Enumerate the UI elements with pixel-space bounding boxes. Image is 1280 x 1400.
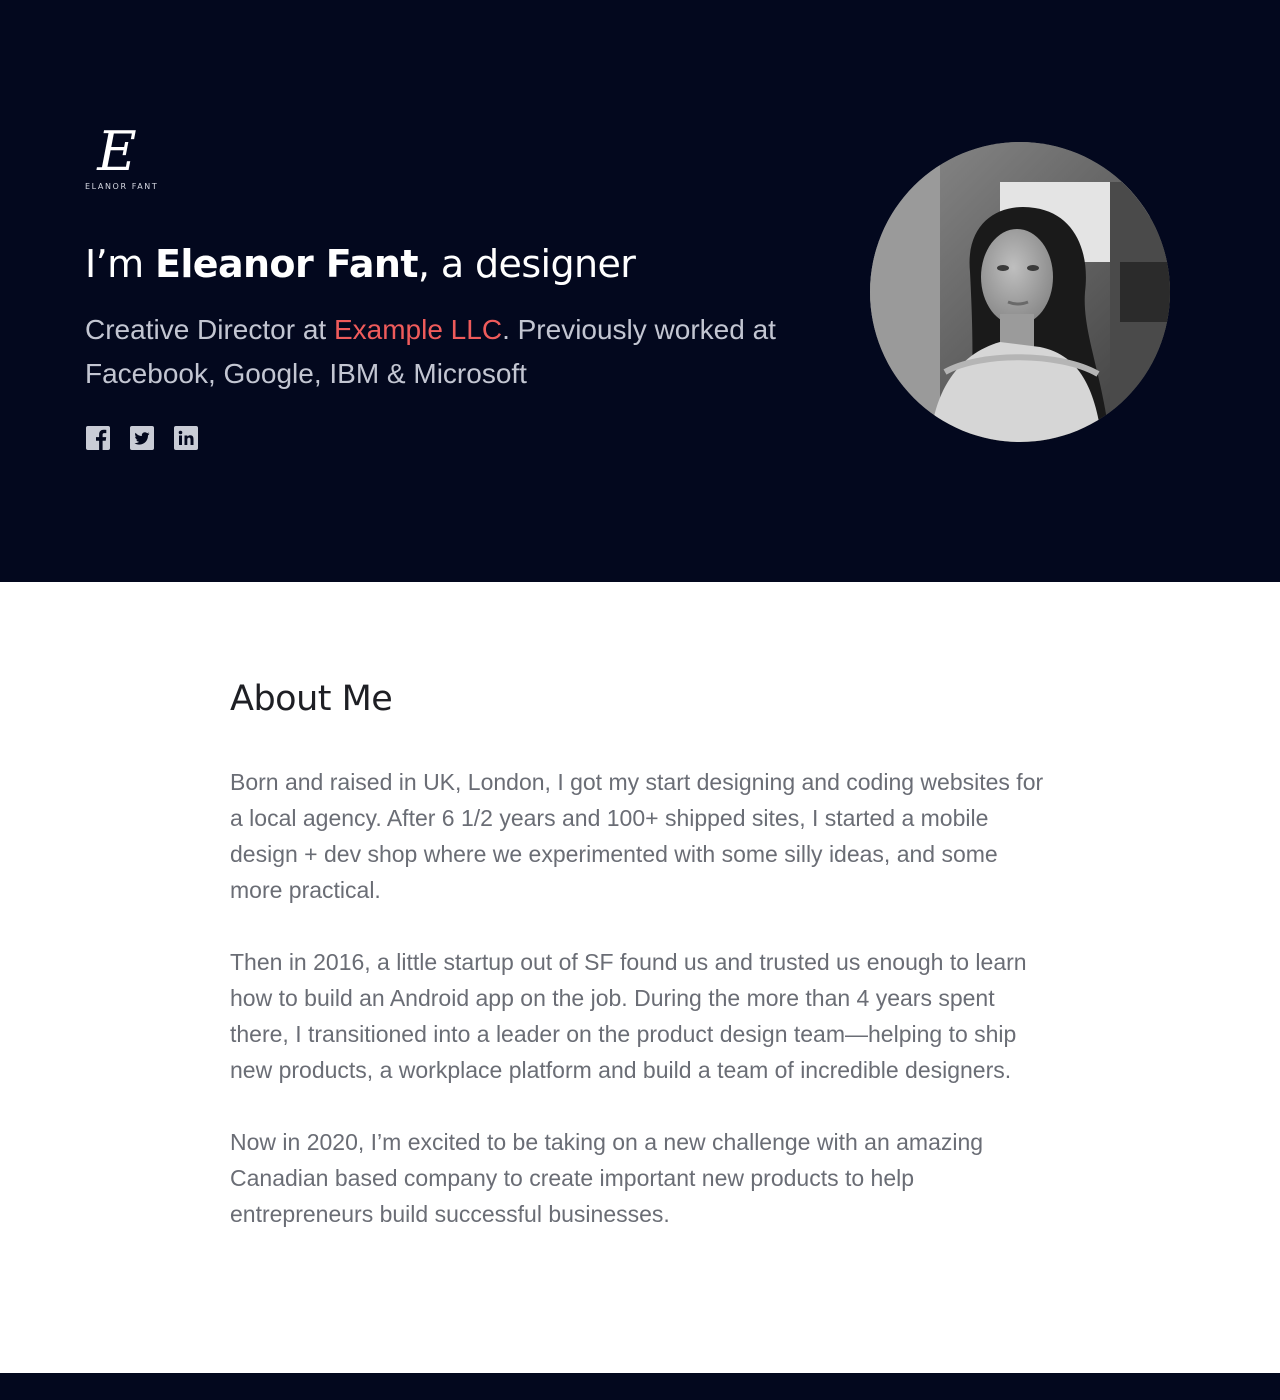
hero-headline: I’m Eleanor Fant, a designer xyxy=(85,238,636,290)
company-link[interactable]: Example LLC xyxy=(334,314,502,345)
about-section: About Me Born and raised in UK, London, … xyxy=(230,670,1050,1268)
social-links xyxy=(86,426,198,450)
footer-bar xyxy=(0,1373,1280,1400)
logo-monogram: E xyxy=(97,120,137,183)
headline-prefix: I’m xyxy=(85,242,155,286)
facebook-icon[interactable] xyxy=(86,426,110,450)
logo-wordmark: ELANOR FANT xyxy=(85,182,159,191)
about-paragraph: Then in 2016, a little startup out of SF… xyxy=(230,949,1027,1083)
headline-suffix: , a designer xyxy=(417,242,636,286)
linkedin-icon[interactable] xyxy=(174,426,198,450)
profile-photo-illustration xyxy=(870,142,1170,442)
hero-section: E ELANOR FANT I’m Eleanor Fant, a design… xyxy=(0,0,1280,582)
headline-name: Eleanor Fant xyxy=(154,242,419,286)
site-logo[interactable]: E ELANOR FANT xyxy=(85,120,175,192)
profile-photo xyxy=(870,142,1170,442)
about-paragraph: Born and raised in UK, London, I got my … xyxy=(230,769,1044,903)
twitter-icon[interactable] xyxy=(130,426,154,450)
about-paragraph: Now in 2020, I’m excited to be taking on… xyxy=(230,1129,984,1227)
subtitle-prefix: Creative Director at xyxy=(85,314,334,345)
hero-subtitle: Creative Director at Example LLC. Previo… xyxy=(85,308,845,396)
about-title: About Me xyxy=(230,679,393,719)
